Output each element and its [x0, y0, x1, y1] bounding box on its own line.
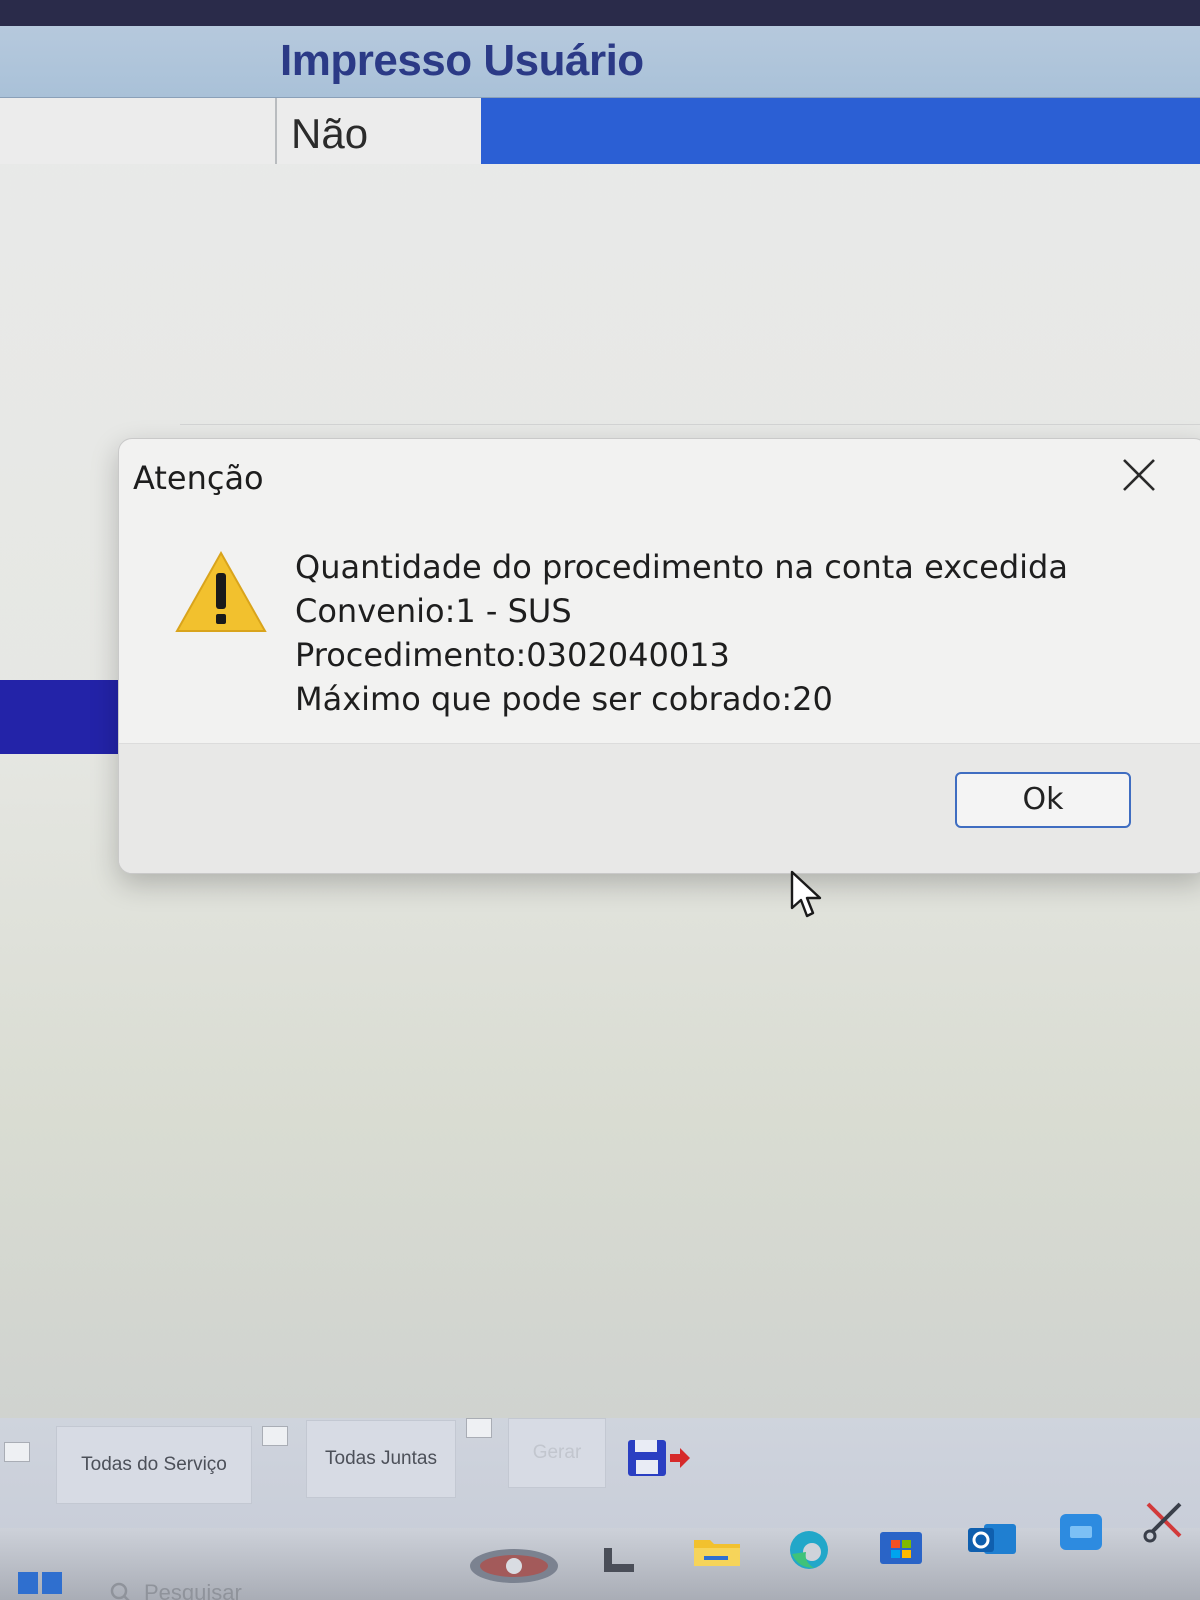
column-header-impresso-usuario[interactable]: Impresso Usuário — [280, 36, 644, 86]
microsoft-store-icon[interactable] — [876, 1528, 926, 1566]
todas-juntas-button[interactable]: Todas Juntas — [306, 1420, 456, 1498]
outlook-icon[interactable] — [966, 1518, 1018, 1562]
save-disk-icon[interactable] — [626, 1434, 692, 1484]
checkbox[interactable] — [466, 1418, 492, 1438]
warning-triangle-icon — [175, 549, 267, 635]
checkbox[interactable] — [4, 1442, 30, 1462]
pinned-app-icon[interactable] — [1056, 1510, 1106, 1554]
start-windows-icon[interactable] — [16, 1566, 66, 1596]
table-row[interactable]: Não — [0, 98, 1200, 164]
grid-header: Impresso Usuário — [0, 26, 1200, 98]
file-explorer-icon[interactable] — [692, 1532, 742, 1570]
ok-button[interactable]: Ok — [955, 772, 1131, 828]
snipping-tool-icon[interactable] — [1140, 1496, 1190, 1546]
terminal-app-icon[interactable] — [600, 1542, 640, 1578]
table-cell[interactable] — [0, 98, 277, 164]
message-line: Procedimento:0302040013 — [295, 636, 730, 674]
close-icon[interactable] — [1111, 447, 1167, 503]
message-line: Quantidade do procedimento na conta exce… — [295, 548, 1068, 586]
search-placeholder: Pesquisar — [144, 1580, 242, 1600]
table-cell-selected[interactable] — [481, 98, 1200, 164]
todas-do-servico-button[interactable]: Todas do Serviço — [56, 1426, 252, 1504]
window-top-strip — [0, 0, 1200, 26]
windows-taskbar: Pesquisar — [0, 1502, 1200, 1600]
message-line: Máximo que pode ser cobrado:20 — [295, 680, 833, 718]
mouse-cursor-icon — [790, 870, 826, 920]
gerar-button[interactable]: Gerar — [508, 1418, 606, 1488]
table-cell-impresso-usuario[interactable]: Não — [279, 98, 481, 164]
dialog-footer: Ok — [119, 743, 1200, 873]
pinned-app-icon[interactable] — [468, 1546, 560, 1586]
edge-browser-icon[interactable] — [784, 1528, 834, 1572]
message-line: Convenio:1 - SUS — [295, 592, 572, 630]
alert-dialog: Atenção Quantidade do procedimento na co… — [118, 438, 1200, 874]
checkbox[interactable] — [262, 1426, 288, 1446]
panel-divider — [180, 424, 1200, 425]
taskbar-search[interactable]: Pesquisar — [110, 1578, 370, 1600]
dialog-message: Quantidade do procedimento na conta exce… — [295, 545, 1155, 721]
dialog-title: Atenção — [133, 459, 264, 497]
bottom-toolbar: Todas do Serviço Todas Juntas Gerar — [0, 1418, 1200, 1528]
search-icon — [110, 1582, 130, 1600]
